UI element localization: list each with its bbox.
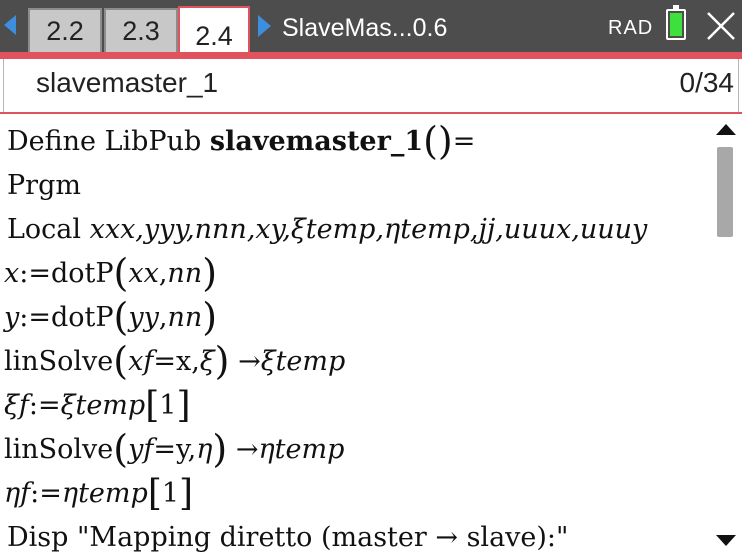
disp-statement: Disp "Mapping diretto (master → slave):" (7, 522, 569, 553)
line-counter: 0/34 (679, 67, 735, 98)
scrollbar-track[interactable] (717, 142, 733, 526)
code-line-7[interactable]: ξf:=ξtemp[1] (4, 384, 190, 428)
argument: xx (128, 258, 159, 289)
scrollbar-thumb[interactable] (717, 147, 733, 237)
source-variable: ξtemp (60, 390, 146, 421)
accent-strip (0, 52, 742, 59)
battery-icon (666, 5, 686, 40)
source-variable: ηtemp (61, 478, 148, 509)
function-name: linSolve (4, 434, 114, 465)
tab-label: 2.3 (122, 15, 160, 46)
equation-lhs: yf (128, 434, 154, 465)
code-line-8[interactable]: linSolve(yf=y,η) →ηtemp (4, 428, 344, 472)
code-line-6[interactable]: linSolve(xf=x,ξ) →ξtemp (4, 340, 345, 384)
open-paren: ( (113, 339, 129, 383)
equals-sign: = (452, 126, 476, 157)
open-bracket: [ (147, 473, 162, 514)
equation-rhs: =x, (153, 346, 200, 377)
function-name: linSolve (4, 346, 114, 377)
code-line-4[interactable]: x:=dotP(xx,nn) (4, 252, 217, 296)
program-name: slavemaster_1 (36, 67, 219, 98)
document-title: SlaveMas...0.6 (282, 14, 448, 42)
program-header: slavemaster_1 0/34 (0, 59, 742, 114)
angle-mode-indicator: RAD (608, 17, 654, 39)
tab-label: 2.4 (195, 21, 233, 51)
tab-2-2[interactable]: 2.2 (28, 8, 102, 52)
variable: x (4, 258, 20, 289)
define-keyword: Define LibPub (7, 126, 210, 157)
argument: nn (167, 258, 203, 289)
equation-rhs: =y, (153, 434, 197, 465)
index: 1 (159, 390, 177, 421)
variable: ηf (4, 478, 31, 509)
variable: ξf (4, 390, 29, 421)
equation-lhs: xf (128, 346, 154, 377)
solve-variable: ξ (199, 346, 215, 377)
close-paren: ) (202, 295, 218, 339)
local-keyword: Local (7, 214, 90, 245)
open-paren: ( (113, 251, 129, 295)
program-editor[interactable]: Define LibPub slavemaster_1()= Prgm Loca… (0, 116, 742, 556)
code-line-9[interactable]: ηf:=ηtemp[1] (4, 472, 193, 516)
code-line-3[interactable]: Local xxx,yyy,nnn,xy,ξtemp,ηtemp,jj,uuux… (7, 208, 647, 252)
close-paren: ) (214, 339, 230, 383)
chevron-right-icon[interactable] (258, 15, 271, 37)
store-target: ηtemp (258, 434, 345, 465)
tab-label: 2.2 (46, 15, 84, 46)
program-name-bold: slavemaster_1 (209, 126, 424, 157)
local-variables: xxx,yyy,nnn,xy,ξtemp,ηtemp,jj,uuux,uuuy (89, 214, 648, 245)
argument: nn (167, 302, 203, 333)
prgm-keyword: Prgm (7, 170, 81, 201)
solve-variable: η (196, 434, 213, 465)
assign-operator: := (30, 478, 62, 509)
variable: y (4, 302, 20, 333)
top-bar: 2.2 2.3 2.4 SlaveMas...0.6 RAD (0, 0, 742, 59)
argument: yy (128, 302, 159, 333)
close-icon[interactable] (704, 6, 738, 46)
store-target: ξtemp (260, 346, 346, 377)
store-arrow: → (235, 434, 259, 465)
close-paren: ) (212, 427, 228, 471)
close-bracket: ] (179, 473, 194, 514)
scroll-up-icon[interactable] (716, 124, 736, 135)
tab-2-3[interactable]: 2.3 (104, 8, 178, 52)
open-paren: ( (113, 427, 129, 471)
store-arrow: → (238, 346, 261, 377)
scroll-down-icon[interactable] (716, 535, 736, 546)
close-bracket: ] (176, 385, 191, 426)
assign-call: :=dotP (19, 258, 114, 289)
assign-operator: := (28, 390, 61, 421)
code-line-2[interactable]: Prgm (7, 164, 81, 208)
code-line-1[interactable]: Define LibPub slavemaster_1()= (7, 120, 475, 164)
battery-level (670, 13, 682, 36)
empty-params: () (423, 119, 453, 163)
assign-call: :=dotP (19, 302, 114, 333)
open-paren: ( (113, 295, 129, 339)
close-paren: ) (202, 251, 218, 295)
code-line-10[interactable]: Disp "Mapping diretto (master → slave):" (7, 516, 568, 556)
index: 1 (161, 478, 180, 509)
chevron-left-icon[interactable] (4, 15, 16, 35)
code-line-5[interactable]: y:=dotP(yy,nn) (4, 296, 217, 340)
open-bracket: [ (145, 385, 160, 426)
